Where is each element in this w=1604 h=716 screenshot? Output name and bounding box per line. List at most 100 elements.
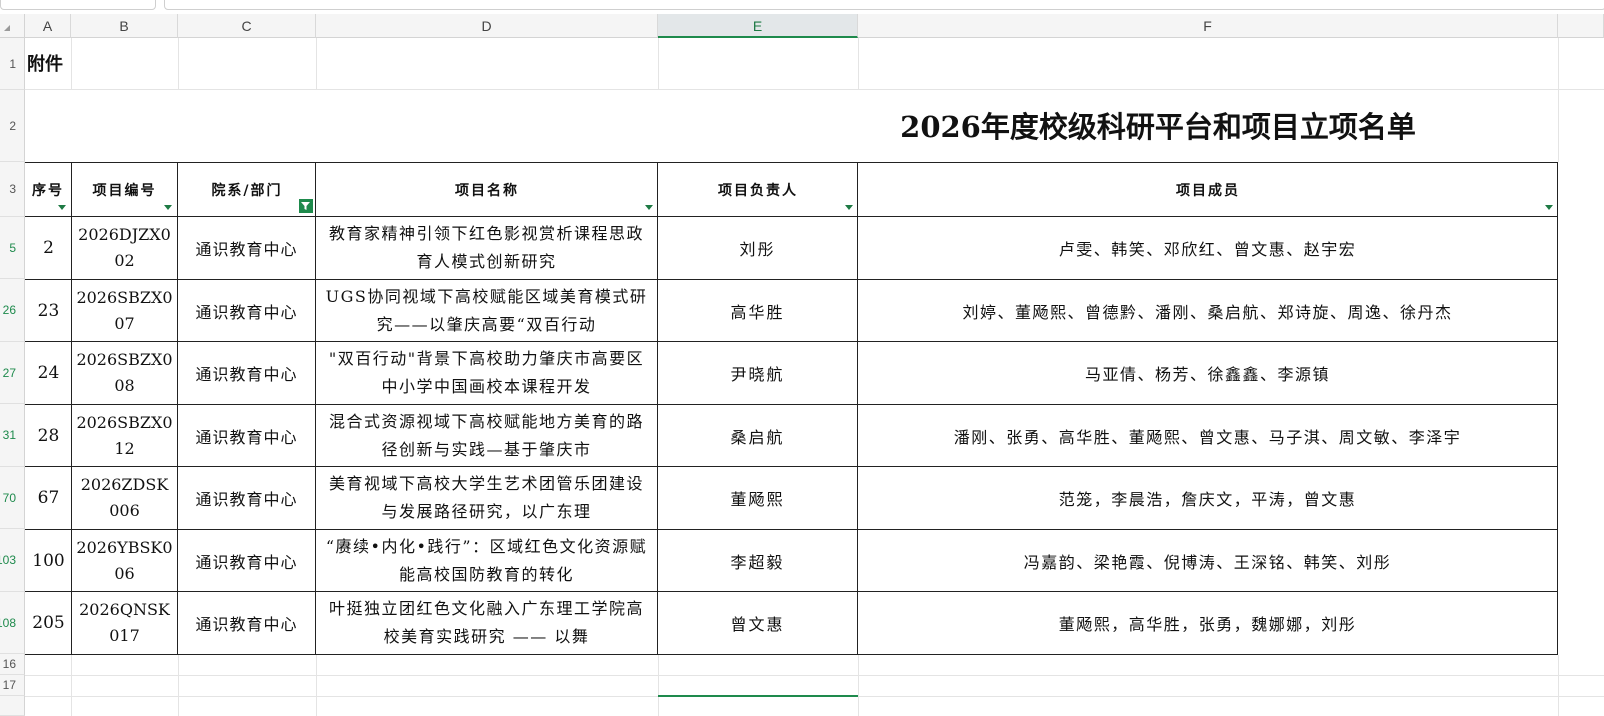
gridline — [316, 655, 317, 716]
cell-code[interactable]: 2026QNSK017 — [72, 592, 177, 654]
cell-dept[interactable]: 通识教育中心 — [178, 467, 315, 529]
cell-members[interactable]: 董飏熙，高华胜，张勇，魏娜娜，刘彤 — [858, 592, 1557, 654]
active-cell-indicator — [658, 695, 858, 697]
cell-leader[interactable]: 刘彤 — [658, 217, 857, 279]
cell-dept[interactable]: 通识教育中心 — [178, 342, 315, 404]
select-all-corner[interactable] — [0, 14, 25, 38]
cell-leader[interactable]: 曾文惠 — [658, 592, 857, 654]
filter-dropdown-icon[interactable] — [1543, 202, 1555, 213]
project-name-text: 叶挺独立团红色文化融入广东理工学院高校美育实践研究 —— 以舞 — [328, 599, 644, 646]
row-header[interactable] — [0, 696, 25, 716]
project-name-text: 教育家精神引领下红色影视赏析课程思政育人模式创新研究 — [328, 224, 644, 271]
cell-leader[interactable]: 桑启航 — [658, 405, 857, 466]
cell-members[interactable]: 马亚倩、杨芳、徐鑫鑫、李源镇 — [858, 342, 1557, 404]
gridline — [71, 655, 72, 716]
cell-dept[interactable]: 通识教育中心 — [178, 592, 315, 654]
header-members: 项目成员 — [1176, 182, 1240, 199]
cell-members[interactable]: 范笼，李晨浩，詹庆文，平涛，曾文惠 — [858, 467, 1557, 529]
project-name-text: 美育视域下高校大学生艺术团管乐团建设与发展路径研究，以广东理 — [328, 474, 644, 521]
cell-code[interactable]: 2026SBZX008 — [72, 342, 177, 404]
project-name-text: “赓续•内化•践行”：区域红色文化资源赋能高校国防教育的转化 — [325, 536, 648, 584]
table-border — [1557, 162, 1558, 655]
column-header-d[interactable]: D — [316, 14, 658, 38]
cell-serial[interactable]: 100 — [26, 530, 71, 591]
cell-leader[interactable]: 尹晓航 — [658, 342, 857, 404]
cell-project-name[interactable]: "双百行动"背景下高校助力肇庆市高要区中小学中国画校本课程开发 — [316, 342, 657, 404]
cell-serial[interactable]: 28 — [26, 405, 71, 466]
row-header[interactable]: 5 — [0, 217, 25, 279]
gridline — [178, 38, 179, 90]
gridline — [858, 38, 859, 90]
cell-leader[interactable]: 董飏熙 — [658, 467, 857, 529]
cell-members[interactable]: 刘婷、董飏熙、曾德黔、潘刚、桑启航、郑诗旋、周逸、徐丹杰 — [858, 280, 1557, 341]
filter-dropdown-icon[interactable] — [643, 202, 655, 213]
project-name-text: 混合式资源视域下高校赋能地方美育的路径创新与实践—基于肇庆市 — [328, 411, 644, 459]
cell-code[interactable]: 2026SBZX012 — [72, 405, 177, 466]
filter-dropdown-icon[interactable] — [162, 202, 174, 213]
cell-project-name[interactable]: 美育视域下高校大学生艺术团管乐团建设与发展路径研究，以广东理 — [316, 467, 657, 529]
column-header-a[interactable]: A — [25, 14, 71, 38]
cell-serial[interactable]: 24 — [26, 342, 71, 404]
page-title: 2026年度校级科研平台和项目立项名单 — [900, 110, 1416, 144]
header-dept: 院系/部门 — [211, 182, 283, 199]
row-header[interactable]: 16 — [0, 654, 25, 675]
row-header[interactable]: 1 — [0, 38, 25, 90]
cell-members[interactable]: 卢雯、韩笑、邓欣红、曾文惠、赵宇宏 — [858, 217, 1557, 279]
row-header[interactable]: 108 — [0, 592, 25, 654]
cell-dept[interactable]: 通识教育中心 — [178, 530, 315, 591]
gridline — [1558, 38, 1559, 162]
project-name-text: "双百行动"背景下高校助力肇庆市高要区中小学中国画校本课程开发 — [328, 349, 645, 396]
filter-dropdown-icon[interactable] — [843, 202, 855, 213]
row-header[interactable]: 70 — [0, 467, 25, 529]
cell-serial[interactable]: 67 — [26, 467, 71, 529]
row-header[interactable]: 2 — [0, 90, 25, 162]
column-header-g[interactable] — [1558, 14, 1604, 38]
cell-project-name[interactable]: 叶挺独立团红色文化融入广东理工学院高校美育实践研究 —— 以舞 — [316, 592, 657, 654]
cell-project-name[interactable]: UGS协同视域下高校赋能区域美育模式研究——以肇庆高要“双百行动 — [316, 280, 657, 341]
cell-leader[interactable]: 李超毅 — [658, 530, 857, 591]
cell-code[interactable]: 2026YBSK006 — [72, 530, 177, 591]
cell-serial[interactable]: 2 — [26, 217, 71, 279]
row-header[interactable]: 103 — [0, 529, 25, 592]
row-header[interactable]: 3 — [0, 162, 25, 217]
cell-members[interactable]: 冯嘉韵、梁艳霞、倪博涛、王深铭、韩笑、刘彤 — [858, 530, 1557, 591]
cell-code[interactable]: 2026DJZX002 — [72, 217, 177, 279]
cell-leader[interactable]: 高华胜 — [658, 280, 857, 341]
cell-code[interactable]: 2026ZDSK006 — [72, 467, 177, 529]
cell-project-name[interactable]: 混合式资源视域下高校赋能地方美育的路径创新与实践—基于肇庆市 — [316, 405, 657, 466]
gridline — [858, 655, 859, 716]
cell-code[interactable]: 2026SBZX007 — [72, 280, 177, 341]
name-box[interactable] — [0, 0, 156, 10]
project-name-text: UGS协同视域下高校赋能区域美育模式研究——以肇庆高要“双百行动 — [325, 286, 648, 334]
cell-serial[interactable]: 23 — [26, 280, 71, 341]
gridline — [316, 38, 317, 90]
row-header[interactable]: 17 — [0, 675, 25, 696]
cell-serial[interactable]: 205 — [26, 592, 71, 654]
filter-active-icon[interactable] — [299, 199, 313, 213]
cell-dept[interactable]: 通识教育中心 — [178, 405, 315, 466]
row-header[interactable]: 31 — [0, 404, 25, 467]
cell-dept[interactable]: 通识教育中心 — [178, 217, 315, 279]
row-header[interactable]: 27 — [0, 342, 25, 404]
column-header-f[interactable]: F — [858, 14, 1558, 38]
cell-project-name[interactable]: 教育家精神引领下红色影视赏析课程思政育人模式创新研究 — [316, 217, 657, 279]
toolbar-strip — [0, 0, 1604, 14]
column-header-b[interactable]: B — [71, 14, 178, 38]
header-name: 项目名称 — [455, 182, 519, 199]
row-header[interactable]: 26 — [0, 279, 25, 342]
formula-bar[interactable] — [164, 0, 1604, 10]
cell-project-name[interactable]: “赓续•内化•践行”：区域红色文化资源赋能高校国防教育的转化 — [316, 530, 657, 591]
filter-dropdown-icon[interactable] — [56, 202, 68, 213]
cell-members[interactable]: 潘刚、张勇、高华胜、董飏熙、曾文惠、马子淇、周文敏、李泽宇 — [858, 405, 1557, 466]
attachment-label: 附件 — [27, 54, 63, 75]
table-border — [25, 654, 1558, 655]
header-leader: 项目负责人 — [718, 182, 798, 199]
gridline — [178, 655, 179, 716]
column-header-e[interactable]: E — [658, 14, 858, 38]
column-header-c[interactable]: C — [178, 14, 316, 38]
gridline — [25, 89, 1604, 90]
gridline — [25, 675, 1604, 676]
cell-dept[interactable]: 通识教育中心 — [178, 280, 315, 341]
gridline — [1558, 655, 1559, 716]
gridline — [658, 38, 659, 90]
